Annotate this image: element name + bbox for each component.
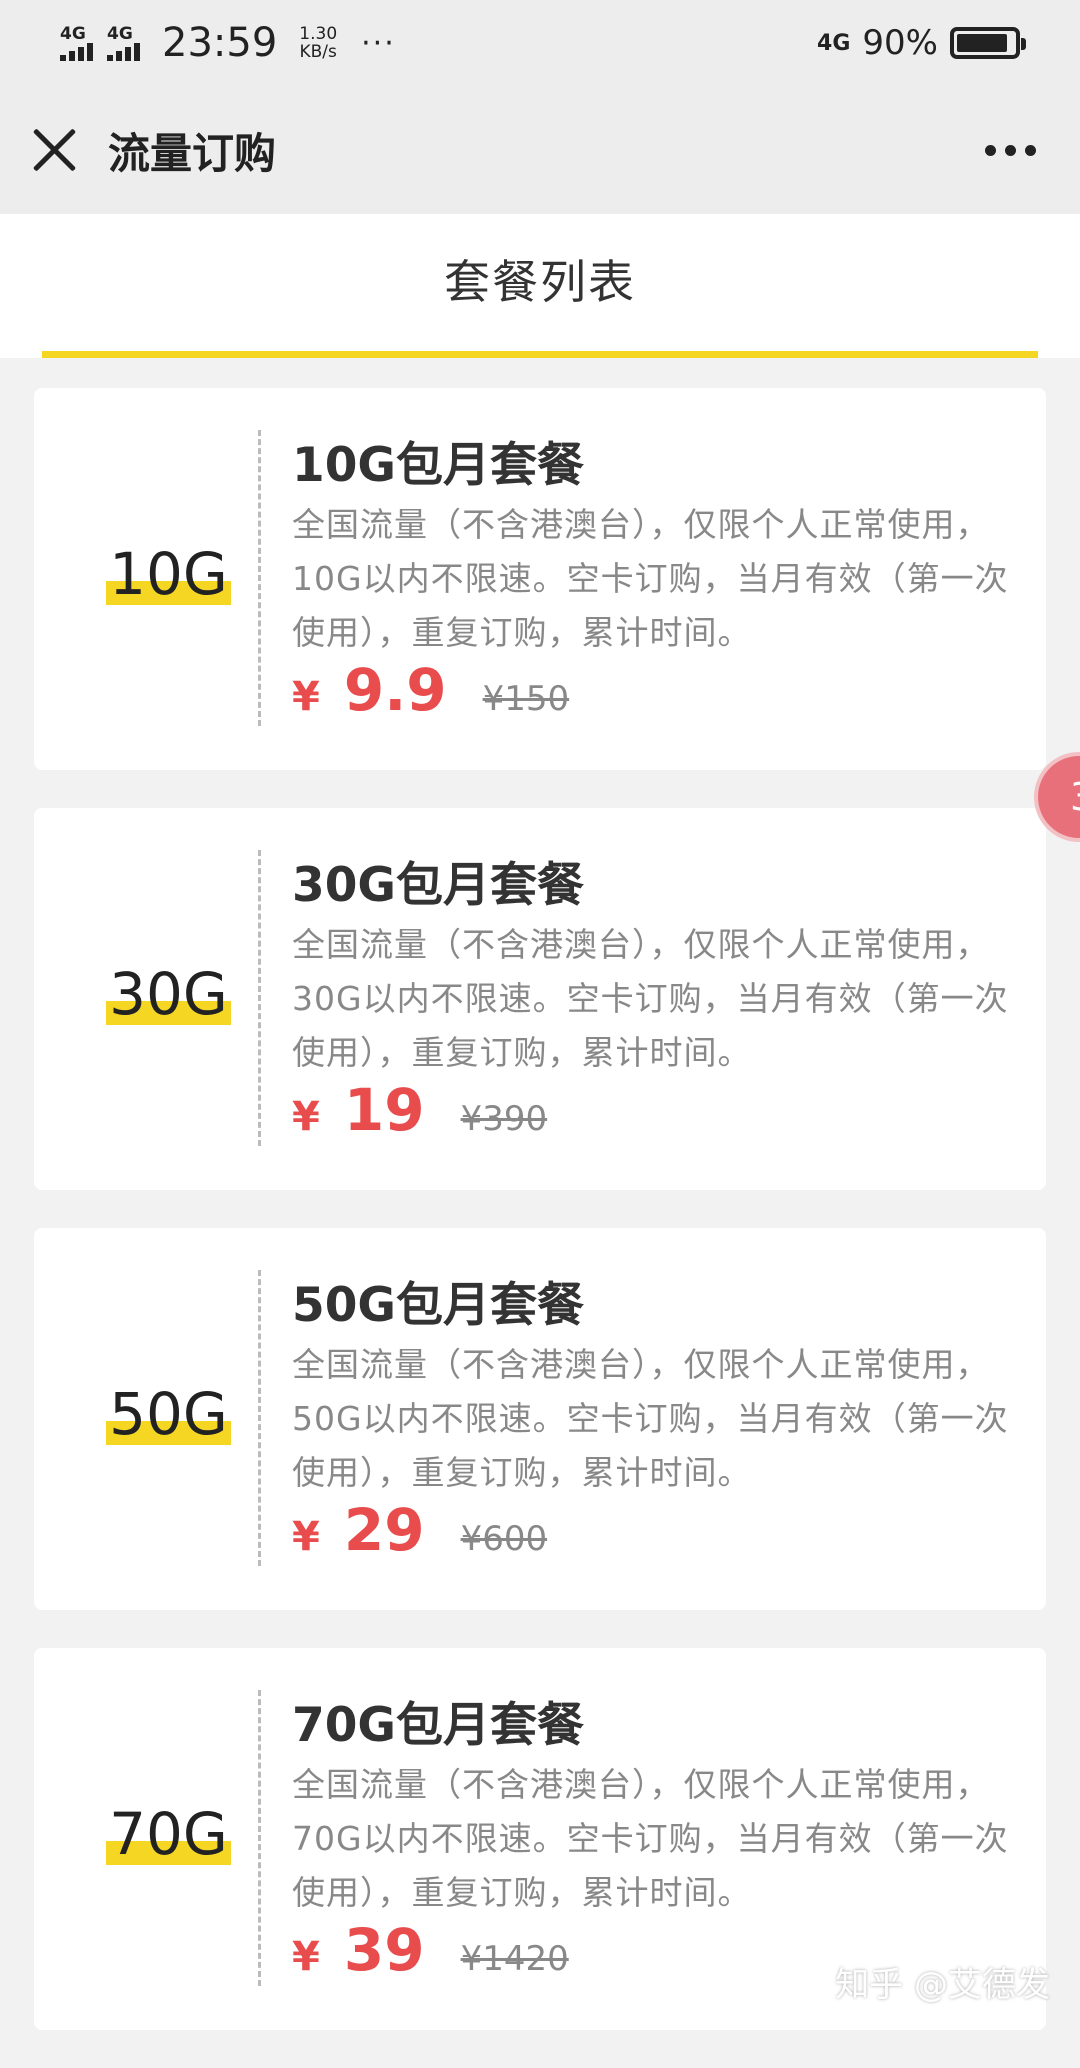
network-speed-value: 1.30 — [299, 25, 337, 43]
signal-label-2: 4G — [107, 25, 133, 43]
more-options-icon[interactable] — [985, 145, 1036, 156]
price: 39 — [344, 1916, 425, 1984]
nav-bar: 流量订购 — [0, 86, 1080, 214]
divider — [258, 1270, 261, 1566]
price-row: ¥ 19 ¥390 — [292, 1076, 547, 1144]
tab-underline — [42, 351, 1038, 358]
package-title: 10G包月套餐 — [292, 426, 584, 495]
divider — [258, 430, 261, 726]
package-title: 30G包月套餐 — [292, 846, 584, 915]
price-row: ¥ 9.9 ¥150 — [292, 656, 569, 724]
battery-icon — [950, 27, 1020, 59]
package-card-50g[interactable]: 50G 50G包月套餐 全国流量（不含港澳台），仅限个人正常使用，50G以内不限… — [34, 1228, 1046, 1610]
price: 19 — [344, 1076, 425, 1144]
currency-symbol: ¥ — [292, 1514, 320, 1560]
original-price: ¥600 — [461, 1519, 548, 1559]
currency-symbol: ¥ — [292, 1094, 320, 1140]
package-title: 70G包月套餐 — [292, 1686, 584, 1755]
package-size-label: 10G — [106, 543, 231, 605]
package-description: 全国流量（不含港澳台），仅限个人正常使用，30G以内不限速。空卡订购，当月有效（… — [292, 918, 1012, 1080]
package-description: 全国流量（不含港澳台），仅限个人正常使用，50G以内不限速。空卡订购，当月有效（… — [292, 1338, 1012, 1500]
signal-icon-2: 4G — [107, 25, 140, 61]
package-list: 10G 10G包月套餐 全国流量（不含港澳台），仅限个人正常使用，10G以内不限… — [34, 388, 1046, 2068]
status-left: 4G 4G 23:59 1.30 KB/s ··· — [60, 20, 396, 66]
original-price: ¥390 — [461, 1099, 548, 1139]
divider — [258, 1690, 261, 1986]
package-description: 全国流量（不含港澳台），仅限个人正常使用，70G以内不限速。空卡订购，当月有效（… — [292, 1758, 1012, 1920]
network-speed-unit: KB/s — [300, 43, 337, 61]
page-title: 流量订购 — [108, 120, 276, 181]
currency-symbol: ¥ — [292, 1934, 320, 1980]
notification-more-icon: ··· — [361, 26, 396, 61]
package-description: 全国流量（不含港澳台），仅限个人正常使用，10G以内不限速。空卡订购，当月有效（… — [292, 498, 1012, 660]
signal-label-1: 4G — [60, 25, 86, 43]
package-card-10g[interactable]: 10G 10G包月套餐 全国流量（不含港澳台），仅限个人正常使用，10G以内不限… — [34, 388, 1046, 770]
divider — [258, 850, 261, 1146]
status-right: 4G 90% — [817, 23, 1020, 63]
original-price: ¥150 — [483, 679, 570, 719]
status-bar: 4G 4G 23:59 1.30 KB/s ··· 4G 90% — [0, 0, 1080, 86]
close-icon[interactable] — [30, 125, 80, 175]
package-size-label: 30G — [106, 963, 231, 1025]
package-size-label: 50G — [106, 1383, 231, 1445]
price: 9.9 — [344, 656, 447, 724]
network-type-icon: 4G — [817, 31, 850, 56]
price-row: ¥ 39 ¥1420 — [292, 1916, 569, 1984]
tab-header: 套餐列表 — [0, 214, 1080, 358]
watermark: 知乎 @艾德发 — [835, 1957, 1050, 2006]
tab-package-list[interactable]: 套餐列表 — [444, 246, 636, 312]
network-speed: 1.30 KB/s — [299, 25, 337, 61]
signal-icon-1: 4G — [60, 25, 93, 61]
price-row: ¥ 29 ¥600 — [292, 1496, 547, 1564]
package-size-label: 70G — [106, 1803, 231, 1865]
battery-percent: 90% — [862, 23, 938, 63]
package-title: 50G包月套餐 — [292, 1266, 584, 1335]
clock: 23:59 — [162, 20, 277, 66]
currency-symbol: ¥ — [292, 674, 320, 720]
price: 29 — [344, 1496, 425, 1564]
package-card-30g[interactable]: 30G 30G包月套餐 全国流量（不含港澳台），仅限个人正常使用，30G以内不限… — [34, 808, 1046, 1190]
original-price: ¥1420 — [461, 1939, 569, 1979]
